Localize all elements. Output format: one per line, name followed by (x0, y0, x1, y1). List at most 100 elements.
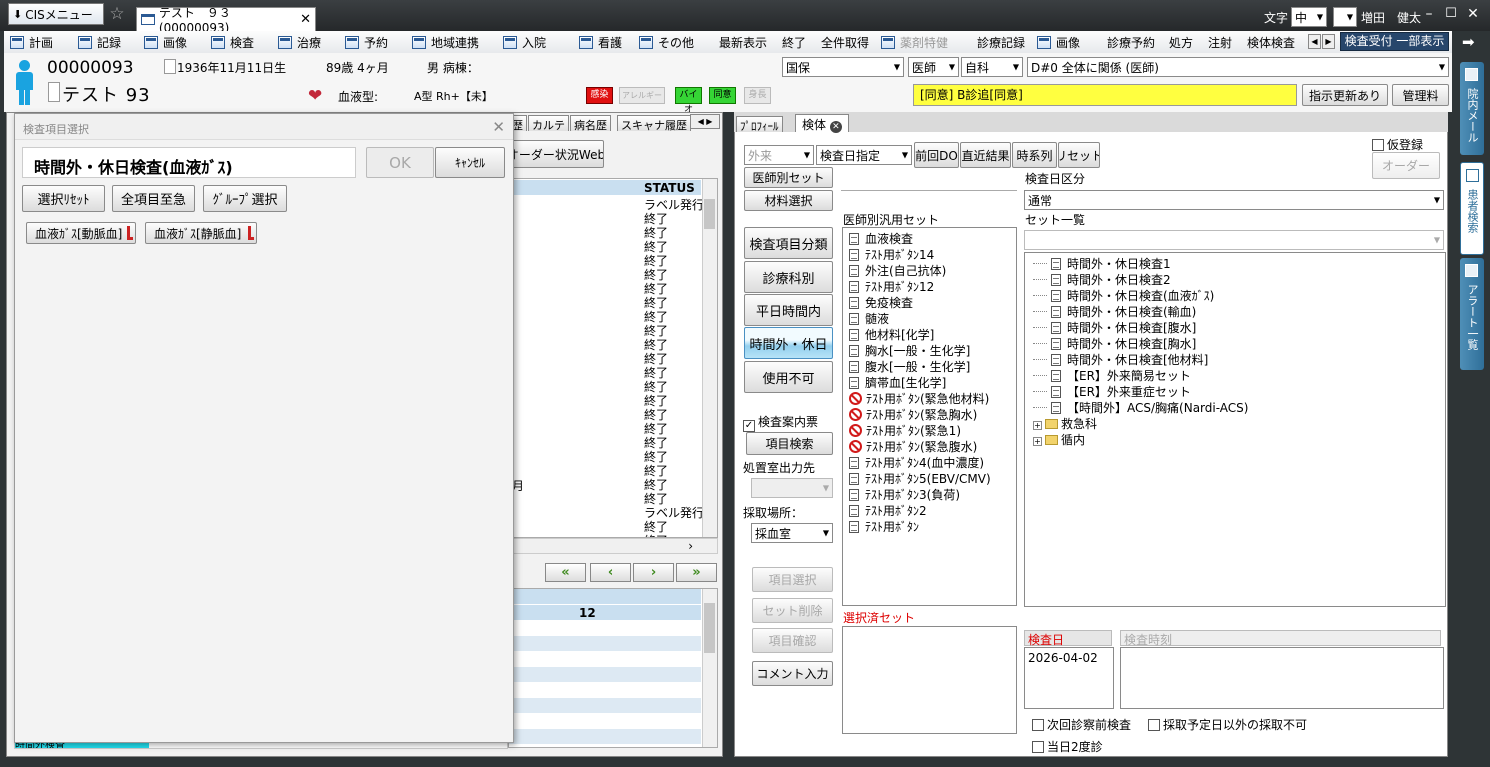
outpatient-select[interactable]: 外来 ▼ (744, 145, 814, 165)
general-set-item[interactable]: ﾃｽﾄ用ﾎﾞﾀﾝ14 (849, 246, 1016, 262)
left-tab-disease[interactable]: 病名歴 (570, 115, 611, 132)
item-select-button[interactable]: 項目選択 (752, 567, 833, 592)
general-set-item[interactable]: ﾃｽﾄ用ﾎﾞﾀﾝ(緊急他材料) (849, 390, 1016, 406)
exam-date-box[interactable]: 2026-04-02 (1024, 647, 1114, 709)
menu-scroll-left[interactable]: ◀ (1308, 34, 1321, 49)
favorite-star-icon[interactable]: ☆ (106, 3, 128, 25)
sidetab-alert-list[interactable]: アラート一覧 (1460, 258, 1484, 370)
general-set-item[interactable]: ﾃｽﾄ用ﾎﾞﾀﾝ (849, 518, 1016, 534)
exam-time-box[interactable] (1120, 647, 1444, 709)
general-set-item[interactable]: 髄液 (849, 310, 1016, 326)
no-other-day-checkbox[interactable]: 採取予定日以外の採取不可 (1148, 716, 1307, 733)
general-set-item[interactable]: 臍帯血[生化学] (849, 374, 1016, 390)
vertical-scrollbar[interactable] (702, 179, 717, 537)
date-spec-select[interactable]: 検査日指定 ▼ (816, 145, 912, 165)
sidetab-mail[interactable]: 院内メール (1460, 62, 1484, 155)
comment-input-button[interactable]: コメント入力 (752, 661, 833, 686)
treatment-output-select[interactable]: ▼ (751, 478, 833, 498)
item-arterial-blood-gas[interactable]: 血液ｶﾞｽ[動脈血] (26, 222, 136, 244)
material-select-button[interactable]: 材料選択 (744, 190, 833, 211)
general-set-item[interactable]: 免疫検査 (849, 294, 1016, 310)
role-select[interactable]: 医師 ▼ (908, 57, 959, 77)
reception-button[interactable]: 検査受付 一部表示 (1340, 32, 1449, 51)
scroll-thumb[interactable] (704, 199, 715, 229)
notice-bar[interactable]: [同意] B診追[同意] (913, 84, 1297, 106)
general-set-item[interactable]: ﾃｽﾄ用ﾎﾞﾀﾝ3(負荷) (849, 486, 1016, 502)
doctor-select[interactable]: D#0 全体に関係 (医師) ▼ (1027, 57, 1449, 77)
menu-item-4[interactable]: 治療 (278, 33, 321, 51)
tag-height[interactable]: 身長 (744, 87, 771, 104)
menu-item3-0[interactable]: 画像 (1037, 33, 1080, 51)
tag-infection[interactable]: 感染 (586, 87, 613, 104)
tree-item[interactable]: 【ER】外来簡易セット (1033, 367, 1445, 383)
tree-item[interactable]: 【ER】外来重症セット (1033, 383, 1445, 399)
expand-icon[interactable]: + (1033, 437, 1042, 446)
general-set-item[interactable]: ﾃｽﾄ用ﾎﾞﾀﾝ(緊急腹水) (849, 438, 1016, 454)
nav-first-button[interactable]: « (545, 563, 586, 582)
sidetab-patient-search[interactable]: 患者検索 (1460, 162, 1484, 255)
guide-checkbox[interactable]: ✓ 検査案内票 (743, 413, 818, 432)
menu-plain-0[interactable]: 最新表示 (719, 33, 767, 51)
menu-item3-1[interactable]: 診療予約 (1107, 33, 1155, 51)
timeseries-button[interactable]: 時系列 (1012, 142, 1057, 168)
menu-item-6[interactable]: 地域連携 (412, 33, 479, 51)
menu-item3-4[interactable]: 検体検査 (1247, 33, 1295, 51)
menu-item3-2[interactable]: 処方 (1169, 33, 1193, 51)
general-set-item[interactable]: ﾃｽﾄ用ﾎﾞﾀﾝ(緊急1) (849, 422, 1016, 438)
insurance-select[interactable]: 国保 ▼ (782, 57, 904, 77)
general-set-item[interactable]: ﾃｽﾄ用ﾎﾞﾀﾝ5(EBV/CMV) (849, 470, 1016, 486)
next-visit-checkbox[interactable]: 次回診察前検査 (1032, 716, 1131, 733)
general-set-item[interactable]: 外注(自己抗体) (849, 262, 1016, 278)
general-set-item[interactable]: ﾃｽﾄ用ﾎﾞﾀﾝ2 (849, 502, 1016, 518)
tree-item[interactable]: + 循内 (1033, 431, 1445, 447)
ok-button[interactable]: OK (366, 147, 434, 178)
nav-next-button[interactable]: › (633, 563, 674, 582)
item-search-button[interactable]: 項目検索 (746, 432, 833, 455)
general-set-item[interactable]: 胸水[一般・生化学] (849, 342, 1016, 358)
general-set-item[interactable]: ﾃｽﾄ用ﾎﾞﾀﾝ12 (849, 278, 1016, 294)
general-set-item[interactable]: 血液検査 (849, 230, 1016, 246)
order-button[interactable]: オーダー (1372, 152, 1440, 179)
prev-do-button[interactable]: 前回DO (914, 142, 959, 168)
menu-item-1[interactable]: 記録 (78, 33, 121, 51)
left-tab-chart[interactable]: カルテ (528, 115, 569, 132)
order-status-web-button[interactable]: オーダー状況Web (508, 140, 604, 168)
menu-item-9[interactable]: その他 (639, 33, 694, 51)
menu-item-3[interactable]: 検査 (211, 33, 254, 51)
tree-item[interactable]: 時間外・休日検査(血液ｶﾞｽ) (1033, 287, 1445, 303)
tag-consent[interactable]: 同意 (709, 87, 736, 104)
same-day-checkbox[interactable]: 当日2度診 (1032, 738, 1103, 755)
menu-scroll-right[interactable]: ▶ (1322, 34, 1335, 49)
tree-item[interactable]: + 救急科 (1033, 415, 1445, 431)
expand-icon[interactable]: + (1033, 421, 1042, 430)
tab-specimen[interactable]: 検体 ✕ (795, 114, 849, 133)
recent-results-button[interactable]: 直近結果 (960, 142, 1011, 168)
date-class-select[interactable]: 通常 ▼ (1024, 190, 1444, 210)
patient-tab[interactable]: テスト ９３(00000093) ✕ (136, 6, 316, 35)
cis-menu-button[interactable]: ⬇ CISメニュー (8, 3, 104, 25)
tentative-checkbox[interactable]: 仮登録 (1372, 136, 1423, 153)
tree-item[interactable]: 時間外・休日検査1 (1033, 255, 1445, 271)
close-icon[interactable]: ✕ (300, 12, 311, 27)
tag-allergy[interactable]: アレルギー (619, 87, 665, 104)
tree-item[interactable]: 時間外・休日検査[胸水] (1033, 335, 1445, 351)
general-set-item[interactable]: ﾃｽﾄ用ﾎﾞﾀﾝ4(血中濃度) (849, 454, 1016, 470)
menu-item-5[interactable]: 予約 (345, 33, 388, 51)
material-input[interactable] (841, 190, 1017, 210)
tree-item[interactable]: 時間外・休日検査[腹水] (1033, 319, 1445, 335)
tree-item[interactable]: 時間外・休日検査[他材料] (1033, 351, 1445, 367)
unusable-button[interactable]: 使用不可 (744, 361, 833, 393)
offhours-button[interactable]: 時間外・休日 (744, 327, 833, 359)
font-size-select[interactable]: 中 ▼ (1291, 7, 1327, 27)
set-delete-button[interactable]: セット削除 (752, 598, 833, 623)
menu-item-2[interactable]: 画像 (144, 33, 187, 51)
department-select[interactable]: 自科 ▼ (961, 57, 1023, 77)
menu-item2-1[interactable]: 診療記録 (977, 33, 1025, 51)
weekday-button[interactable]: 平日時間内 (744, 294, 833, 326)
tab-profile[interactable]: ﾌﾟﾛﾌｨｰﾙ (736, 116, 783, 133)
selection-reset-button[interactable]: 選択ﾘｾｯﾄ (22, 185, 105, 212)
close-window-button[interactable]: ✕ (1464, 6, 1482, 24)
reset-button[interactable]: リセット (1058, 142, 1100, 168)
tag-bio[interactable]: バイオ (675, 87, 702, 115)
department-button[interactable]: 診療科別 (744, 261, 833, 293)
